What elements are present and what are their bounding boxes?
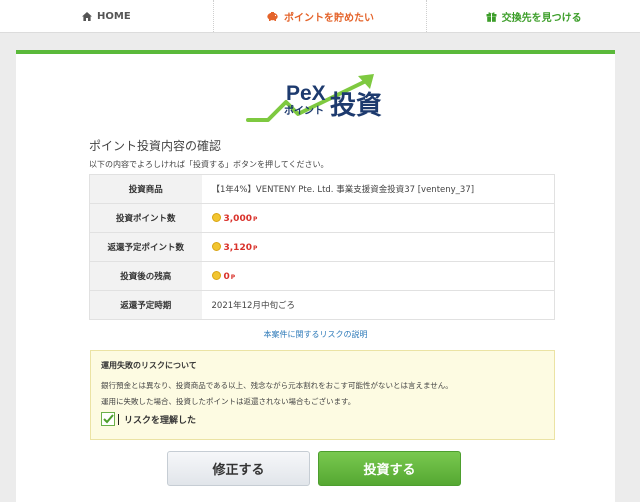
piggy-bank-icon: [267, 12, 278, 21]
text-caret: [118, 413, 119, 425]
nav-find-exchange[interactable]: 交換先を見つける: [426, 0, 640, 32]
invest-points-label: 投資ポイント数: [89, 203, 202, 233]
logo-sub-text: ポイント: [284, 104, 324, 117]
nav-home[interactable]: HOME: [0, 0, 213, 32]
risk-explanation-link[interactable]: 本案件に関するリスクの説明: [16, 329, 615, 340]
coin-icon: [211, 241, 221, 251]
coin-icon: [211, 270, 221, 280]
table-row: 返還予定時期 2021年12月中旬ごろ: [89, 290, 555, 320]
nav-save-points[interactable]: ポイントを貯めたい: [212, 0, 427, 32]
risk-text-line1: 銀行預金とは異なり、投資商品である以上、残念ながら元本割れをおこす可能性がないと…: [101, 381, 453, 390]
table-row: 投資ポイント数 3,000P: [89, 203, 555, 233]
invest-points-value: 3,000: [223, 213, 252, 224]
coin-icon: [211, 212, 221, 222]
risk-understood-checkbox[interactable]: [101, 412, 115, 426]
return-date-value: 2021年12月中旬ごろ: [211, 301, 295, 311]
risk-text-line2: 運用に失敗した場合、投資したポイントは返還されない場合もございます。: [101, 397, 356, 406]
risk-title: 運用失敗のリスクについて: [101, 361, 197, 370]
product-label: 投資商品: [89, 174, 202, 204]
risk-understood-checkbox-row[interactable]: リスクを理解した: [101, 412, 196, 426]
return-points-value: 3,120: [223, 242, 252, 253]
invest-button[interactable]: 投資する: [318, 451, 461, 486]
balance-value: 0: [223, 271, 230, 282]
point-unit: P: [252, 215, 258, 223]
point-unit: P: [252, 244, 258, 252]
table-row: 投資商品 【1年4%】VENTENY Pte. Ltd. 事業支援資金投資37 …: [89, 174, 555, 204]
checkmark-icon: [102, 414, 114, 424]
nav-save-label: ポイントを貯めたい: [284, 12, 374, 24]
table-row: 投資後の残高 0P: [89, 261, 555, 291]
logo-title-text: 投資: [330, 91, 382, 121]
page-title: ポイント投資内容の確認: [89, 139, 222, 153]
nav-exchange-label: 交換先を見つける: [501, 12, 582, 24]
logo-brand-text: PeX: [286, 82, 326, 105]
instruction-text: 以下の内容でよろしければ「投資する」ボタンを押してください。: [89, 160, 329, 169]
main-card: PeX ポイント 投資 ポイント投資内容の確認 以下の内容でよろしければ「投資す…: [16, 50, 615, 502]
fix-button[interactable]: 修正する: [167, 451, 310, 486]
home-icon: [82, 11, 92, 21]
point-unit: P: [230, 273, 236, 281]
gift-icon: [486, 11, 497, 22]
pex-invest-logo: PeX ポイント 投資: [246, 74, 382, 122]
nav-home-label: HOME: [97, 10, 131, 22]
table-row: 返還予定ポイント数 3,120P: [89, 232, 555, 262]
top-navigation: HOME ポイントを貯めたい 交換先を見つける: [0, 0, 640, 33]
risk-understood-label: リスクを理解した: [124, 415, 197, 426]
return-points-label: 返還予定ポイント数: [89, 232, 202, 262]
return-date-label: 返還予定時期: [89, 290, 202, 320]
investment-detail-table: 投資商品 【1年4%】VENTENY Pte. Ltd. 事業支援資金投資37 …: [89, 174, 555, 320]
product-value: 【1年4%】VENTENY Pte. Ltd. 事業支援資金投資37 [vent…: [201, 174, 555, 204]
risk-notice-box: 運用失敗のリスクについて 銀行預金とは異なり、投資商品である以上、残念ながら元本…: [90, 350, 555, 440]
balance-label: 投資後の残高: [89, 261, 202, 291]
